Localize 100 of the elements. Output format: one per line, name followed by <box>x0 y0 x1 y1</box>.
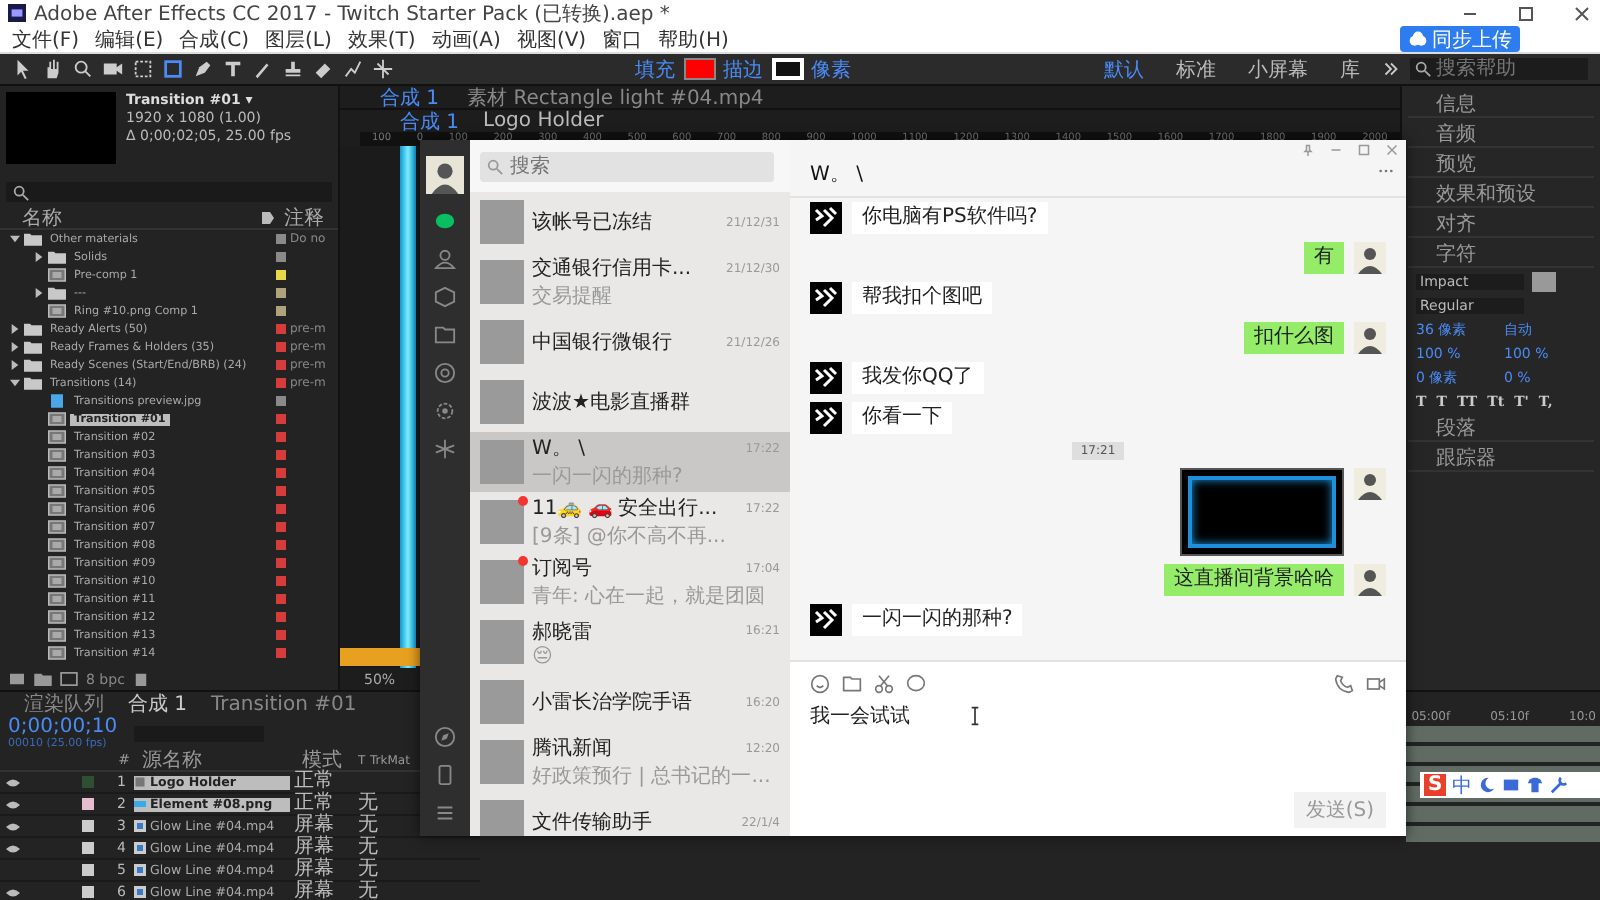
project-search-field[interactable] <box>6 182 332 202</box>
chat-item[interactable]: 波波★电影直播群 <box>470 372 790 432</box>
menu-icon[interactable] <box>434 802 456 824</box>
track-matte-dropdown[interactable]: 无 <box>358 860 378 880</box>
track-matte-dropdown[interactable]: 无 <box>358 882 378 900</box>
eye-icon[interactable] <box>6 887 20 897</box>
viewer-tab[interactable]: 素材 Rectangle light #04.mp4 <box>467 83 764 111</box>
avatar-icon[interactable] <box>810 202 842 234</box>
avatar-icon[interactable] <box>810 282 842 314</box>
column-header[interactable]: 注释 <box>284 203 332 231</box>
timeline-tab[interactable]: 合成 1 <box>128 690 188 718</box>
panel-header[interactable]: 效果和预设 <box>1408 180 1594 208</box>
blend-mode-dropdown[interactable]: 正常 <box>294 772 346 792</box>
workspace-tab[interactable]: 库 <box>1340 55 1360 83</box>
label-color[interactable] <box>276 306 286 316</box>
menu-item[interactable]: 视图(V) <box>516 25 587 53</box>
track-matte-dropdown[interactable]: 无 <box>358 794 378 814</box>
label-color[interactable] <box>82 798 94 810</box>
panel-header[interactable]: 段落 <box>1408 414 1594 442</box>
blend-mode-dropdown[interactable]: 屏幕 <box>294 882 346 900</box>
expand-arrow-icon[interactable] <box>10 324 20 334</box>
track-matte-dropdown[interactable]: 无 <box>358 816 378 836</box>
brush-tool-icon[interactable] <box>252 58 274 80</box>
label-color[interactable] <box>276 540 286 550</box>
avatar-icon[interactable] <box>810 604 842 636</box>
close-icon[interactable] <box>1572 3 1592 23</box>
more-icon[interactable] <box>1378 168 1394 174</box>
chat-icon[interactable] <box>434 210 456 232</box>
pan-tool-icon[interactable] <box>132 58 154 80</box>
message-input[interactable]: 我一会试试 <box>810 704 910 726</box>
interpret-footage-icon[interactable] <box>8 672 26 686</box>
label-color[interactable] <box>276 360 286 370</box>
label-color[interactable] <box>276 324 286 334</box>
avatar-icon[interactable] <box>810 362 842 394</box>
expand-arrow-icon[interactable] <box>10 342 20 352</box>
camera-tool-icon[interactable] <box>102 58 124 80</box>
sparkle-icon[interactable] <box>434 438 456 460</box>
avatar-icon[interactable] <box>1354 242 1386 274</box>
label-color[interactable] <box>82 886 94 898</box>
scissors-icon[interactable] <box>874 674 894 694</box>
menu-item[interactable]: 窗口 <box>602 25 643 53</box>
folder-icon[interactable] <box>34 672 52 686</box>
cube-icon[interactable] <box>434 286 456 308</box>
expand-arrow-icon[interactable] <box>34 252 44 262</box>
avatar-icon[interactable] <box>1354 564 1386 596</box>
eraser-tool-icon[interactable] <box>312 58 334 80</box>
label-color[interactable] <box>82 820 94 832</box>
column-header[interactable]: 名称 <box>6 203 260 231</box>
eye-icon[interactable] <box>6 843 20 853</box>
workspace-tab[interactable]: 标准 <box>1176 55 1216 83</box>
pen-tool-icon[interactable] <box>192 58 214 80</box>
expand-arrow-icon[interactable] <box>10 378 20 388</box>
label-color[interactable] <box>276 234 286 244</box>
emoji-icon[interactable] <box>810 674 830 694</box>
panel-header[interactable]: 预览 <box>1408 150 1594 178</box>
phone-icon[interactable] <box>1334 674 1354 694</box>
selection-tool-icon[interactable] <box>12 58 34 80</box>
zoom-tool-icon[interactable] <box>72 58 94 80</box>
blend-mode-dropdown[interactable]: 屏幕 <box>294 860 346 880</box>
fill-swatch[interactable] <box>683 58 715 80</box>
expand-arrow-icon[interactable] <box>34 288 44 298</box>
pin-icon[interactable] <box>1302 144 1314 156</box>
menu-item[interactable]: 图层(L) <box>264 25 332 53</box>
roto-tool-icon[interactable] <box>342 58 364 80</box>
menu-item[interactable]: 帮助(H) <box>658 25 729 53</box>
eye-icon[interactable] <box>6 799 20 809</box>
avatar-icon[interactable] <box>810 402 842 434</box>
panel-header[interactable]: 跟踪器 <box>1408 444 1594 472</box>
label-color[interactable] <box>276 414 286 424</box>
panel-header[interactable]: 对齐 <box>1408 210 1594 238</box>
label-color[interactable] <box>276 576 286 586</box>
blend-mode-dropdown[interactable]: 正常 <box>294 794 346 814</box>
label-color[interactable] <box>82 776 94 788</box>
panel-header[interactable]: 信息 <box>1408 90 1594 118</box>
label-color[interactable] <box>276 450 286 460</box>
timeline-tab[interactable]: Transition #01 <box>211 693 357 715</box>
trash-icon[interactable] <box>132 672 151 686</box>
shirt-icon[interactable] <box>1526 776 1545 794</box>
label-color[interactable] <box>276 504 286 514</box>
help-search-field[interactable]: 搜索帮助 <box>1410 58 1588 80</box>
breadcrumb[interactable]: Logo Holder <box>483 110 604 132</box>
label-color[interactable] <box>276 486 286 496</box>
label-color[interactable] <box>276 630 286 640</box>
wrench-icon[interactable] <box>1550 776 1569 794</box>
more-icon[interactable] <box>1380 58 1402 80</box>
settings-icon[interactable] <box>434 400 456 422</box>
blend-mode-dropdown[interactable]: 屏幕 <box>294 838 346 858</box>
video-call-icon[interactable] <box>1366 674 1386 694</box>
label-color[interactable] <box>82 842 94 854</box>
menu-item[interactable]: 效果(T) <box>347 25 416 53</box>
avatar-icon[interactable] <box>1354 322 1386 354</box>
menu-item[interactable]: 合成(C) <box>179 25 249 53</box>
maximize-icon[interactable] <box>1516 3 1536 23</box>
label-color[interactable] <box>276 612 286 622</box>
blend-mode-dropdown[interactable]: 屏幕 <box>294 816 346 836</box>
label-color[interactable] <box>276 522 286 532</box>
viewer-tab[interactable]: 合成 1 <box>380 83 440 111</box>
contacts-icon[interactable] <box>434 248 456 270</box>
label-color[interactable] <box>276 342 286 352</box>
label-color[interactable] <box>276 252 286 262</box>
